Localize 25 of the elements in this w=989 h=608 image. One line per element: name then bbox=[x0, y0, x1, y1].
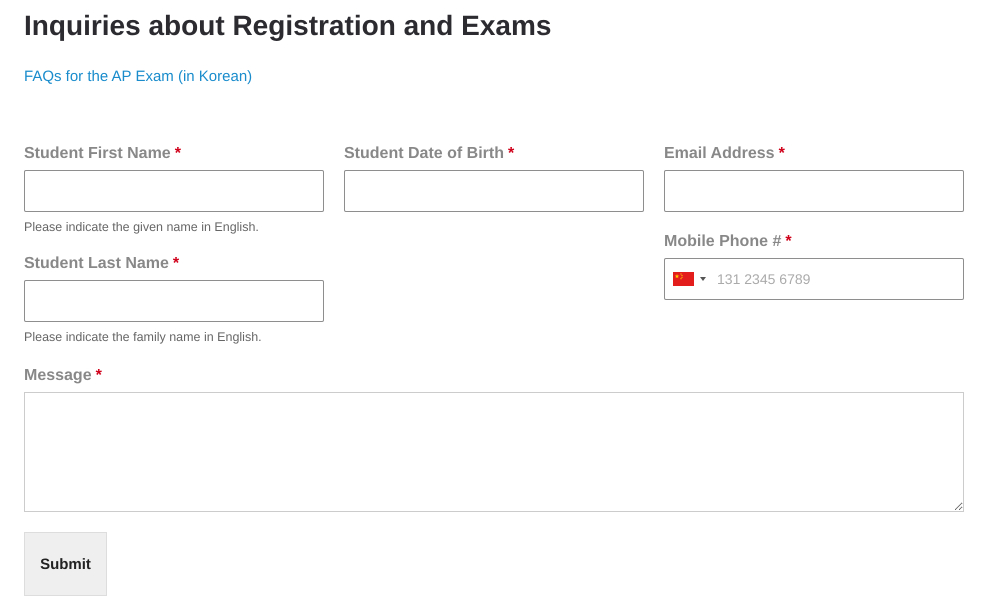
faq-link[interactable]: FAQs for the AP Exam (in Korean) bbox=[24, 68, 252, 86]
field-hint: Please indicate the given name in English. bbox=[24, 220, 260, 234]
flag-icon[interactable] bbox=[673, 272, 694, 286]
field-label: Message bbox=[24, 367, 92, 384]
input-field[interactable] bbox=[24, 280, 324, 322]
input-field[interactable] bbox=[664, 170, 964, 212]
input-field[interactable] bbox=[344, 170, 644, 212]
required-mark: * bbox=[785, 233, 792, 250]
field-hint: Please indicate the family name in English. bbox=[24, 330, 263, 344]
field-label: Mobile Phone # bbox=[664, 233, 782, 250]
input-field[interactable] bbox=[24, 170, 324, 212]
field-label: Student Last Name bbox=[24, 255, 169, 272]
submit-button[interactable]: Submit bbox=[24, 532, 107, 596]
caret-icon[interactable] bbox=[700, 277, 706, 281]
field-label: Student Date of Birth bbox=[344, 145, 504, 162]
page-title: Inquiries about Registration and Exams bbox=[24, 9, 552, 43]
required-mark: * bbox=[174, 145, 181, 162]
required-mark: * bbox=[508, 145, 514, 162]
required-mark: * bbox=[96, 367, 102, 384]
phone-field[interactable]: 131 2345 6789 bbox=[664, 258, 964, 300]
field-label: Student First Name bbox=[24, 145, 171, 162]
required-mark: * bbox=[172, 255, 180, 272]
field-label: Email Address bbox=[664, 145, 775, 162]
required-mark: * bbox=[778, 145, 785, 162]
message-field[interactable] bbox=[24, 392, 964, 512]
